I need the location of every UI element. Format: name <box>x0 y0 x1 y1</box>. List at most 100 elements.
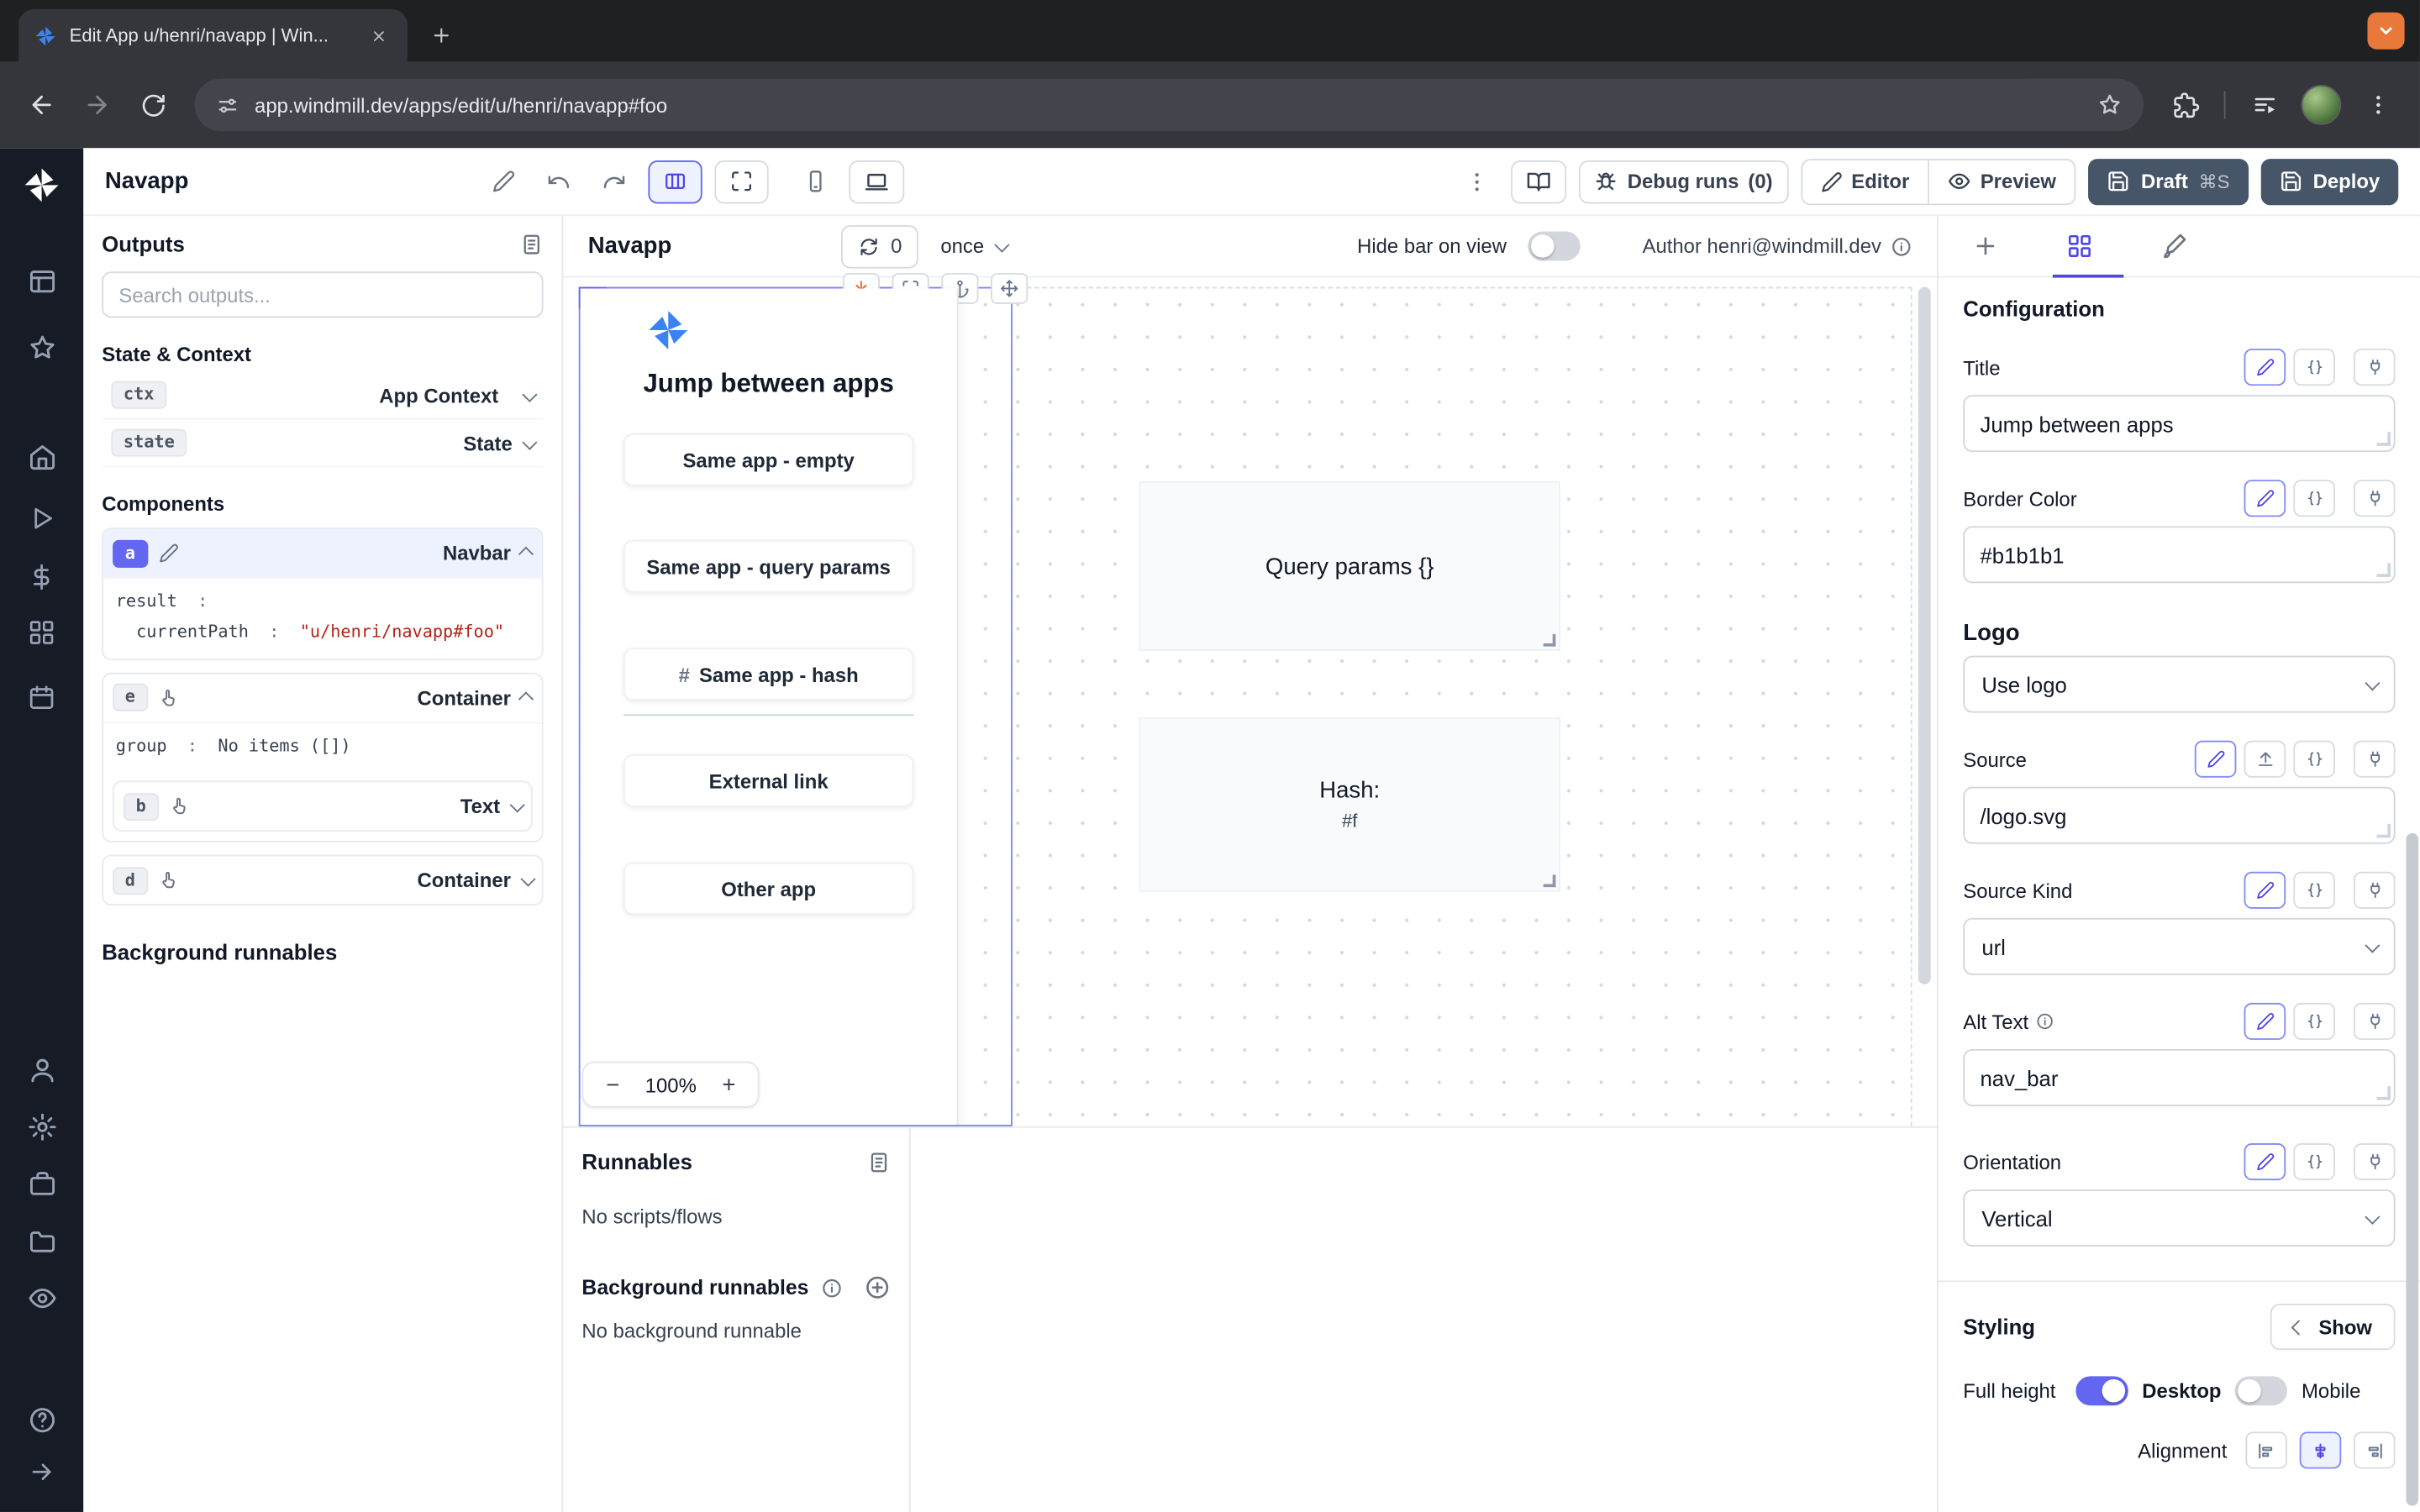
bookmark-icon[interactable] <box>2097 92 2122 117</box>
chevron-up-icon[interactable] <box>518 691 534 706</box>
folders-icon[interactable] <box>0 1226 83 1256</box>
draft-button[interactable]: Draft ⌘S <box>2089 158 2249 204</box>
desktop-view-button[interactable] <box>849 160 904 202</box>
refresh-count-button[interactable]: 0 <box>841 224 918 267</box>
hand-pointer-icon[interactable] <box>158 871 178 891</box>
home-icon[interactable] <box>0 443 83 472</box>
container-d-row[interactable]: d Container <box>103 857 542 905</box>
forward-button[interactable] <box>71 79 123 131</box>
nav-link-external[interactable]: External link <box>623 754 913 806</box>
chevron-down-icon[interactable] <box>520 872 535 887</box>
hash-panel[interactable]: Hash: #f <box>1139 717 1560 892</box>
align-start-button[interactable] <box>2245 1431 2287 1468</box>
resize-handle-icon[interactable] <box>1544 874 1556 887</box>
static-edit-button[interactable] <box>2244 1143 2286 1180</box>
nav-link-hash[interactable]: # Same app - hash <box>623 648 913 700</box>
profile-avatar[interactable] <box>2302 85 2342 125</box>
more-menu-icon[interactable] <box>1456 160 1499 202</box>
rename-pencil-icon[interactable] <box>481 160 524 202</box>
selected-component-outline[interactable]: a Jump between apps <box>579 287 1013 1126</box>
hide-bar-toggle[interactable] <box>1528 232 1581 261</box>
back-button[interactable] <box>15 79 67 131</box>
chevron-down-icon[interactable] <box>510 798 525 813</box>
redo-button[interactable] <box>592 160 635 202</box>
browser-tab[interactable]: Edit App u/henri/navapp | Win... <box>18 9 408 61</box>
deploy-button[interactable]: Deploy <box>2260 158 2398 204</box>
page-scrollbar[interactable] <box>2406 833 2418 1506</box>
chevron-down-icon[interactable] <box>522 434 537 449</box>
eval-code-button[interactable] <box>2293 1003 2335 1040</box>
static-edit-button[interactable] <box>2244 480 2286 517</box>
site-settings-icon[interactable] <box>216 93 239 117</box>
canvas[interactable]: a Jump between apps <box>563 278 1937 1126</box>
fullscreen-button[interactable] <box>714 160 768 202</box>
state-row[interactable]: state State <box>102 420 543 468</box>
workers-icon[interactable] <box>0 1169 83 1199</box>
runs-icon[interactable] <box>0 505 83 533</box>
add-background-runnable-button[interactable] <box>865 1274 891 1300</box>
extensions-icon[interactable] <box>2160 79 2212 131</box>
panels-toggle-button[interactable] <box>648 160 702 202</box>
reload-button[interactable] <box>127 79 179 131</box>
show-styling-button[interactable]: Show <box>2270 1304 2395 1350</box>
eval-code-button[interactable] <box>2293 349 2335 386</box>
canvas-grid[interactable]: a Jump between apps <box>579 287 1912 1126</box>
query-params-panel[interactable]: Query params {} <box>1139 481 1560 651</box>
audit-eye-icon[interactable] <box>0 1284 83 1313</box>
text-b-row[interactable]: b Text <box>114 783 531 831</box>
resources-icon[interactable] <box>0 619 83 647</box>
runnables-doc-icon[interactable] <box>867 1150 891 1173</box>
move-button[interactable] <box>991 273 1028 304</box>
container-e-row[interactable]: e Container <box>103 674 542 722</box>
help-icon[interactable] <box>0 1405 83 1435</box>
hand-pointer-icon[interactable] <box>169 796 189 816</box>
apps-icon[interactable] <box>0 267 83 297</box>
static-edit-button[interactable] <box>2244 1003 2286 1040</box>
connect-button[interactable] <box>2354 872 2396 909</box>
browser-menu-icon[interactable] <box>2352 79 2404 131</box>
nav-link-query-params[interactable]: Same app - query params <box>623 540 913 592</box>
connect-button[interactable] <box>2354 1143 2396 1180</box>
static-edit-button[interactable] <box>2195 741 2237 778</box>
source-input[interactable] <box>1963 787 2395 844</box>
canvas-scrollbar[interactable] <box>1918 287 1931 984</box>
eval-code-button[interactable] <box>2293 872 2335 909</box>
chevron-down-icon[interactable] <box>522 386 537 402</box>
windmill-logo[interactable] <box>0 165 83 206</box>
variables-icon[interactable] <box>0 563 83 591</box>
eval-code-button[interactable] <box>2293 1143 2335 1180</box>
upload-button[interactable] <box>2244 741 2286 778</box>
media-controls-icon[interactable] <box>2238 79 2290 131</box>
connect-button[interactable] <box>2354 349 2396 386</box>
chevron-up-icon[interactable] <box>518 547 534 562</box>
navbar-component-row[interactable]: a Navbar <box>103 529 542 577</box>
connect-button[interactable] <box>2354 741 2396 778</box>
connect-button[interactable] <box>2354 1003 2396 1040</box>
static-edit-button[interactable] <box>2244 872 2286 909</box>
resize-handle-icon[interactable] <box>1544 634 1556 647</box>
alt-text-input[interactable] <box>1963 1049 2395 1106</box>
align-center-button[interactable] <box>2300 1431 2342 1468</box>
favorites-star-icon[interactable] <box>0 333 83 363</box>
static-edit-button[interactable] <box>2244 349 2286 386</box>
eval-code-button[interactable] <box>2293 480 2335 517</box>
preview-tab[interactable]: Preview <box>1928 160 2075 202</box>
title-input[interactable] <box>1963 395 2395 452</box>
url-bar[interactable]: app.windmill.dev/apps/edit/u/henri/navap… <box>194 79 2144 131</box>
outputs-search-input[interactable] <box>102 271 543 318</box>
user-icon[interactable] <box>0 1055 83 1084</box>
desktop-mobile-toggle[interactable] <box>2235 1376 2287 1405</box>
tab-close-icon[interactable] <box>364 22 392 50</box>
logo-select[interactable]: Use logo <box>1963 656 2395 713</box>
undo-button[interactable] <box>537 160 580 202</box>
tab-search-button[interactable] <box>2367 13 2404 50</box>
pencil-icon[interactable] <box>158 543 178 564</box>
ctx-row[interactable]: ctx App Context <box>102 372 543 420</box>
styling-brush-tab[interactable] <box>2160 233 2186 259</box>
schedules-icon[interactable] <box>0 684 83 711</box>
insert-component-tab[interactable] <box>1972 233 1998 259</box>
zoom-in-button[interactable]: + <box>706 1064 752 1105</box>
nav-link-empty[interactable]: Same app - empty <box>623 433 913 486</box>
mobile-view-button[interactable] <box>793 160 836 202</box>
orientation-select[interactable]: Vertical <box>1963 1189 2395 1247</box>
